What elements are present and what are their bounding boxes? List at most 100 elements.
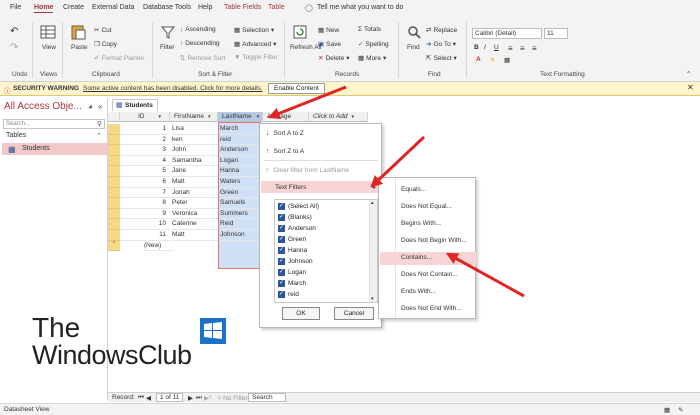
- paste-button[interactable]: Paste: [71, 44, 88, 51]
- new-record-button[interactable]: ▦ New: [318, 26, 339, 35]
- chevron-up-icon[interactable]: ⌃: [96, 132, 102, 140]
- tab-file[interactable]: File: [10, 4, 21, 11]
- chevron-up-icon[interactable]: ▴: [371, 200, 374, 206]
- format-painter-button[interactable]: ✐ Format Painter: [94, 54, 144, 63]
- text-filters-item[interactable]: Text Filters ▸: [261, 181, 380, 193]
- go-to-button[interactable]: ➜ Go To ▾: [426, 40, 456, 49]
- descending-button[interactable]: ↑ Descending: [180, 40, 220, 47]
- submenu-item[interactable]: Does Not Contain...: [401, 271, 458, 278]
- id-cell[interactable]: 7: [120, 188, 170, 199]
- row-selector[interactable]: [108, 198, 120, 209]
- collapse-ribbon-icon[interactable]: ⌃: [686, 70, 691, 78]
- firstname-cell[interactable]: ken: [172, 135, 218, 146]
- chevron-down-icon[interactable]: ◕: [88, 102, 93, 111]
- tab-table-fields[interactable]: Table Fields: [224, 4, 261, 11]
- id-cell[interactable]: 10: [120, 219, 170, 230]
- ascending-button[interactable]: ↓ Ascending: [180, 26, 216, 33]
- id-cell[interactable]: 2: [120, 135, 170, 146]
- checklist-item[interactable]: ✓ Johnson: [278, 258, 313, 265]
- row-selector[interactable]: [108, 145, 120, 156]
- firstname-cell[interactable]: Jane: [172, 166, 218, 177]
- checkbox-checked-icon[interactable]: ✓: [278, 214, 285, 221]
- tab-help[interactable]: Help: [198, 4, 212, 11]
- nav-item-students[interactable]: ▦ Students: [2, 143, 107, 155]
- submenu-item[interactable]: Does Not End With...: [401, 305, 462, 312]
- selection-button[interactable]: ▦ Selection ▾: [234, 26, 274, 35]
- submenu-item[interactable]: Contains...: [380, 252, 476, 265]
- id-cell[interactable]: 1: [120, 124, 170, 135]
- column-header-firstname[interactable]: FirstName ▾: [170, 112, 218, 122]
- checkbox-checked-icon[interactable]: ✓: [278, 247, 285, 254]
- undo-icon[interactable]: ↶: [10, 26, 18, 37]
- column-header-click-to-add[interactable]: Click to Add ▾: [309, 112, 368, 122]
- submenu-item[interactable]: Does Not Equal...: [401, 203, 452, 210]
- checklist-item[interactable]: ✓ March: [278, 280, 306, 287]
- align-center-icon[interactable]: ≡: [520, 44, 525, 53]
- tab-database-tools[interactable]: Database Tools: [143, 4, 191, 11]
- id-cell[interactable]: 5: [120, 166, 170, 177]
- filter-button[interactable]: Filter: [160, 44, 174, 51]
- italic-button[interactable]: I: [484, 44, 486, 51]
- lastname-cell[interactable]: Waters: [220, 177, 262, 188]
- record-search-input[interactable]: Search: [248, 393, 286, 402]
- checklist-item[interactable]: ✓ (Blanks): [278, 214, 312, 221]
- paste-icon[interactable]: [70, 24, 86, 40]
- advanced-button[interactable]: ▦ Advanced ▾: [234, 40, 276, 49]
- checklist-item[interactable]: ✓ reid: [278, 291, 299, 298]
- checklist-scrollbar[interactable]: ▴ ▾: [369, 200, 377, 302]
- new-record-icon[interactable]: ▶*: [204, 394, 212, 402]
- id-cell[interactable]: 8: [120, 198, 170, 209]
- id-cell[interactable]: 6: [120, 177, 170, 188]
- checkbox-checked-icon[interactable]: ✓: [278, 258, 285, 265]
- row-selector[interactable]: [108, 124, 120, 135]
- highlight-icon[interactable]: ✎: [490, 56, 495, 64]
- toggle-filter-button[interactable]: ▼ Toggle Filter: [234, 54, 278, 61]
- row-selector[interactable]: [108, 208, 120, 220]
- view-button[interactable]: View: [42, 44, 56, 51]
- lastname-cell[interactable]: Hanna: [220, 166, 262, 177]
- submenu-item[interactable]: Equals...: [401, 186, 426, 193]
- lastname-cell[interactable]: reid: [220, 135, 262, 146]
- align-right-icon[interactable]: ≡: [532, 44, 537, 53]
- checkbox-checked-icon[interactable]: ✓: [278, 236, 285, 243]
- column-header-id[interactable]: ID ▾: [120, 112, 170, 122]
- lastname-cell[interactable]: Anderson: [220, 145, 262, 156]
- next-record-icon[interactable]: ▶: [188, 394, 193, 402]
- close-icon[interactable]: ✕: [687, 83, 694, 92]
- find-button[interactable]: Find: [407, 44, 420, 51]
- lastname-cell[interactable]: Samuels: [220, 198, 262, 209]
- firstname-cell[interactable]: Jonah: [172, 188, 218, 199]
- spelling-button[interactable]: ✓ Spelling: [358, 40, 389, 49]
- datasheet-view-icon[interactable]: ▦: [664, 406, 670, 414]
- row-selector[interactable]: [108, 177, 120, 188]
- lastname-cell[interactable]: March: [220, 124, 262, 135]
- submenu-item[interactable]: Ends With...: [401, 288, 436, 295]
- align-left-icon[interactable]: ≡: [508, 44, 513, 53]
- checkbox-checked-icon[interactable]: ✓: [278, 269, 285, 276]
- nav-section-tables[interactable]: Tables: [6, 132, 26, 139]
- firstname-cell[interactable]: Peter: [172, 198, 218, 209]
- lastname-cell[interactable]: Green: [220, 188, 262, 199]
- delete-record-button[interactable]: ✕ Delete ▾: [318, 54, 350, 63]
- datasheet-view-icon[interactable]: [40, 24, 56, 40]
- bold-button[interactable]: B: [474, 44, 479, 51]
- nav-search-input[interactable]: Search... ⚲: [3, 119, 105, 129]
- row-selector[interactable]: [108, 166, 120, 177]
- tab-table[interactable]: Table: [268, 4, 285, 11]
- lastname-cell[interactable]: Logan: [220, 156, 262, 167]
- ok-button[interactable]: OK: [282, 307, 320, 320]
- checklist-item[interactable]: ✓ Hanna: [278, 247, 307, 254]
- font-color-icon[interactable]: A: [476, 56, 481, 63]
- fill-color-icon[interactable]: ▩: [504, 56, 510, 64]
- id-cell[interactable]: 11: [120, 230, 170, 241]
- first-record-icon[interactable]: ⏮: [138, 394, 144, 402]
- chevron-down-icon[interactable]: ▾: [371, 296, 374, 302]
- id-cell[interactable]: 3: [120, 145, 170, 156]
- tab-home[interactable]: Home: [34, 4, 54, 13]
- lastname-cell[interactable]: Reid: [220, 219, 262, 230]
- more-button[interactable]: ▦ More ▾: [358, 54, 386, 63]
- font-name-select[interactable]: Calibri (Detail): [472, 28, 542, 39]
- checklist-item[interactable]: ✓ Anderson: [278, 225, 316, 232]
- previous-record-icon[interactable]: ◀: [146, 394, 151, 402]
- tab-create[interactable]: Create: [63, 4, 84, 11]
